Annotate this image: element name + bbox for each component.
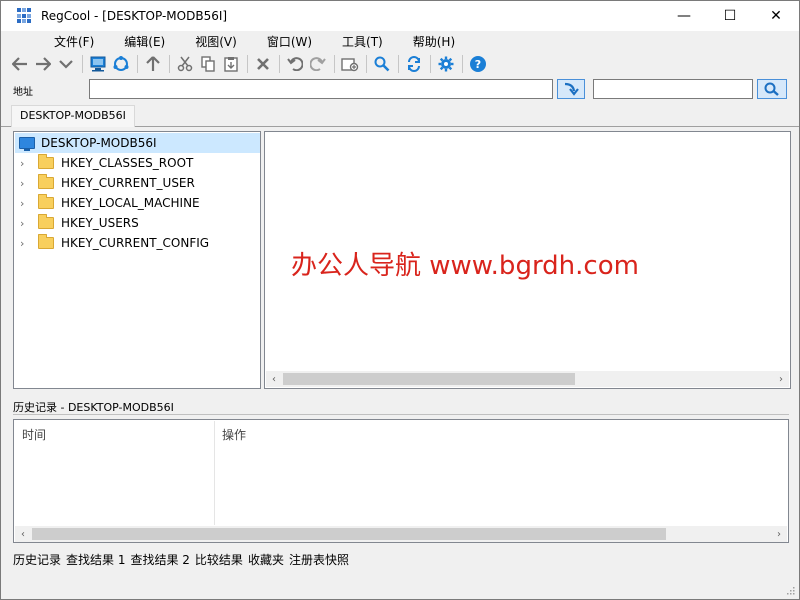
tree-item-hkey-current-config[interactable]: › HKEY_CURRENT_CONFIG bbox=[14, 233, 259, 253]
computer-node-icon bbox=[19, 137, 35, 151]
tree-item-label: HKEY_CURRENT_CONFIG bbox=[61, 236, 210, 250]
toolbar-separator bbox=[82, 55, 83, 73]
tree-item-label: HKEY_CLASSES_ROOT bbox=[61, 156, 194, 170]
up-arrow-icon[interactable] bbox=[142, 53, 164, 75]
menu-bar: 文件(F) 编辑(E) 视图(V) 窗口(W) 工具(T) 帮助(H) bbox=[1, 31, 799, 51]
history-panel-title: 历史记录 - DESKTOP-MODB56I bbox=[13, 401, 174, 414]
tab-desktop-modb56i[interactable]: DESKTOP-MODB56I bbox=[11, 105, 135, 127]
back-arrow-icon[interactable] bbox=[9, 53, 31, 75]
tree-item-hkey-current-user[interactable]: › HKEY_CURRENT_USER bbox=[14, 173, 259, 193]
tab-history[interactable]: 历史记录 bbox=[13, 551, 61, 568]
expand-chevron-icon[interactable]: › bbox=[20, 237, 30, 250]
toolbar-separator bbox=[462, 55, 463, 73]
go-arrow-icon bbox=[564, 82, 579, 96]
toolbar-separator bbox=[279, 55, 280, 73]
cut-icon[interactable] bbox=[174, 53, 196, 75]
tree-item-label: HKEY_CURRENT_USER bbox=[61, 176, 195, 190]
menu-tools[interactable]: 工具(T) bbox=[336, 33, 389, 50]
scroll-right-arrow-icon[interactable]: › bbox=[773, 371, 789, 387]
tab-favorites[interactable]: 收藏夹 bbox=[248, 551, 284, 568]
redo-icon[interactable] bbox=[307, 53, 329, 75]
address-bar: 地址 bbox=[1, 79, 799, 101]
tab-compare-results[interactable]: 比较结果 bbox=[195, 551, 243, 568]
scroll-thumb[interactable] bbox=[283, 373, 575, 385]
regcool-app-icon bbox=[17, 8, 33, 24]
copy-icon[interactable] bbox=[197, 53, 219, 75]
tree-item-hkey-local-machine[interactable]: › HKEY_LOCAL_MACHINE bbox=[14, 193, 259, 213]
tree-item-hkey-users[interactable]: › HKEY_USERS bbox=[14, 213, 259, 233]
column-header-time[interactable]: 时间 bbox=[22, 426, 46, 443]
tree-item-hkey-classes-root[interactable]: › HKEY_CLASSES_ROOT bbox=[14, 153, 259, 173]
scroll-thumb[interactable] bbox=[32, 528, 666, 540]
expand-chevron-icon[interactable]: › bbox=[20, 197, 30, 210]
toolbar-separator bbox=[247, 55, 248, 73]
menu-window[interactable]: 窗口(W) bbox=[261, 33, 318, 50]
resize-grip-icon[interactable] bbox=[785, 585, 795, 595]
minimize-button[interactable]: — bbox=[661, 1, 707, 31]
maximize-button[interactable]: ☐ bbox=[707, 1, 753, 31]
watermark-text: 办公人导航 www.bgrdh.com bbox=[291, 251, 639, 281]
document-tab-strip: DESKTOP-MODB56I bbox=[1, 103, 799, 127]
expand-chevron-icon[interactable]: › bbox=[20, 157, 30, 170]
undo-icon[interactable] bbox=[284, 53, 306, 75]
folder-icon bbox=[38, 154, 54, 169]
registry-tree[interactable]: DESKTOP-MODB56I › HKEY_CLASSES_ROOT › HK… bbox=[13, 131, 261, 389]
tree-item-label: HKEY_LOCAL_MACHINE bbox=[61, 196, 200, 210]
folder-icon bbox=[38, 234, 54, 249]
tab-search-results-1[interactable]: 查找结果 1 bbox=[66, 551, 125, 568]
menu-edit[interactable]: 编辑(E) bbox=[118, 33, 171, 50]
refresh-icon[interactable] bbox=[403, 53, 425, 75]
column-header-action[interactable]: 操作 bbox=[222, 426, 246, 443]
tree-root-label: DESKTOP-MODB56I bbox=[41, 136, 157, 150]
close-button[interactable]: ✕ bbox=[753, 1, 799, 31]
toolbar: ? bbox=[1, 51, 799, 77]
address-go-button[interactable] bbox=[557, 79, 585, 99]
help-icon[interactable]: ? bbox=[467, 53, 489, 75]
toolbar-separator bbox=[169, 55, 170, 73]
bottom-panel-tabs: 历史记录 查找结果 1 查找结果 2 比较结果 收藏夹 注册表快照 bbox=[13, 551, 354, 568]
scroll-right-arrow-icon[interactable]: › bbox=[771, 526, 787, 542]
address-label: 地址 bbox=[13, 87, 33, 98]
toolbar-separator bbox=[398, 55, 399, 73]
history-title-divider bbox=[13, 414, 789, 415]
tab-registry-snapshot[interactable]: 注册表快照 bbox=[289, 551, 349, 568]
expand-chevron-icon[interactable]: › bbox=[20, 177, 30, 190]
tree-item-label: HKEY_USERS bbox=[61, 216, 139, 230]
window-title: RegCool - [DESKTOP-MODB56I] bbox=[41, 9, 228, 23]
scroll-left-arrow-icon[interactable]: ‹ bbox=[15, 526, 31, 542]
magnifier-icon bbox=[764, 82, 779, 96]
forward-arrow-icon[interactable] bbox=[32, 53, 54, 75]
new-key-icon[interactable] bbox=[339, 53, 361, 75]
dropdown-chevron-icon[interactable] bbox=[55, 53, 77, 75]
column-divider bbox=[214, 421, 215, 525]
toolbar-separator bbox=[366, 55, 367, 73]
scroll-left-arrow-icon[interactable]: ‹ bbox=[266, 371, 282, 387]
title-bar: RegCool - [DESKTOP-MODB56I] — ☐ ✕ bbox=[1, 1, 799, 31]
app-window: RegCool - [DESKTOP-MODB56I] — ☐ ✕ 文件(F) … bbox=[0, 0, 800, 600]
settings-gear-icon[interactable] bbox=[435, 53, 457, 75]
folder-icon bbox=[38, 174, 54, 189]
delete-icon[interactable] bbox=[252, 53, 274, 75]
computer-icon[interactable] bbox=[87, 53, 109, 75]
search-input[interactable] bbox=[593, 79, 753, 99]
network-connect-icon[interactable] bbox=[110, 53, 132, 75]
menu-file[interactable]: 文件(F) bbox=[48, 33, 100, 50]
search-icon[interactable] bbox=[371, 53, 393, 75]
expand-chevron-icon[interactable]: › bbox=[20, 217, 30, 230]
folder-icon bbox=[38, 194, 54, 209]
history-horizontal-scrollbar[interactable]: ‹ › bbox=[15, 526, 787, 542]
address-input[interactable] bbox=[89, 79, 553, 99]
folder-icon bbox=[38, 214, 54, 229]
toolbar-separator bbox=[430, 55, 431, 73]
history-list[interactable]: 时间 操作 ‹ › bbox=[13, 419, 789, 543]
toolbar-separator bbox=[137, 55, 138, 73]
search-button[interactable] bbox=[757, 79, 787, 99]
tree-root-computer[interactable]: DESKTOP-MODB56I bbox=[15, 133, 260, 153]
values-horizontal-scrollbar[interactable]: ‹ › bbox=[266, 371, 789, 387]
tab-search-results-2[interactable]: 查找结果 2 bbox=[130, 551, 189, 568]
menu-view[interactable]: 视图(V) bbox=[189, 33, 243, 50]
toolbar-separator bbox=[334, 55, 335, 73]
paste-icon[interactable] bbox=[220, 53, 242, 75]
menu-help[interactable]: 帮助(H) bbox=[407, 33, 461, 50]
